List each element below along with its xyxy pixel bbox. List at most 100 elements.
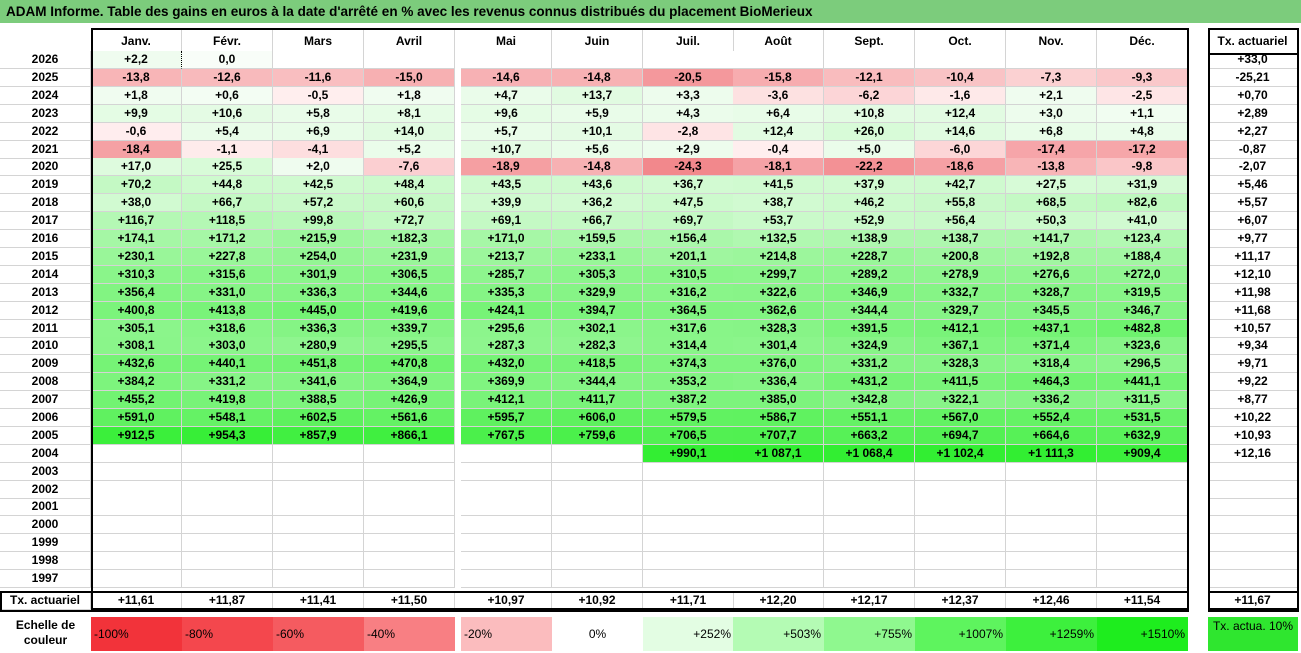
year-label: 2023 <box>0 105 91 123</box>
gain-cell: +707,7 <box>733 427 824 445</box>
gain-cell: -14,8 <box>552 69 643 87</box>
gain-cell: +331,2 <box>824 355 915 373</box>
scale-annual-swatch: Tx. actua. 10% <box>1208 617 1298 651</box>
gain-cell <box>364 534 455 552</box>
gain-cell <box>733 534 824 552</box>
annual-rate-cell: +2,27 <box>1208 123 1298 141</box>
footer-rate-cell: +11,50 <box>364 591 455 610</box>
gain-cell: +301,4 <box>733 337 824 355</box>
gain-cell: +591,0 <box>91 409 182 427</box>
gain-cell <box>643 570 734 588</box>
gain-cell: +411,5 <box>915 373 1006 391</box>
footer-rate-cell: +10,97 <box>461 591 552 610</box>
footer-annual-cell: +11,67 <box>1208 591 1298 610</box>
scale-swatch: 0% <box>552 617 643 651</box>
gain-cell: +138,7 <box>915 230 1006 248</box>
annual-rate-cell <box>1208 570 1298 588</box>
gain-cell: +213,7 <box>461 248 552 266</box>
gain-cell: -18,9 <box>461 158 552 176</box>
gain-cell: -9,3 <box>1097 69 1188 87</box>
annual-rate-cell: +11,98 <box>1208 284 1298 302</box>
gain-cell: +411,7 <box>552 391 643 409</box>
gain-cell <box>1097 534 1188 552</box>
annual-rate-cell <box>1208 552 1298 570</box>
gain-cell <box>1097 463 1188 481</box>
year-label: 2024 <box>0 87 91 105</box>
gain-cell: +4,8 <box>1097 123 1188 141</box>
gain-cell: +116,7 <box>91 212 182 230</box>
gain-cell <box>915 516 1006 534</box>
gain-cell: +2,0 <box>273 158 364 176</box>
gain-cell: +17,0 <box>91 158 182 176</box>
gain-cell: +308,1 <box>91 337 182 355</box>
gain-cell: +2,1 <box>1006 87 1097 105</box>
gain-cell: +31,9 <box>1097 176 1188 194</box>
gain-cell: +602,5 <box>273 409 364 427</box>
gain-cell: +437,1 <box>1006 320 1097 338</box>
gain-cell: +990,1 <box>643 445 734 463</box>
gain-cell: +324,9 <box>824 337 915 355</box>
gain-cell <box>733 552 824 570</box>
year-label: 2003 <box>0 463 91 481</box>
gain-cell: +412,1 <box>461 391 552 409</box>
annual-rate-cell: +5,46 <box>1208 176 1298 194</box>
gain-cell <box>733 463 824 481</box>
gain-cell: +551,1 <box>824 409 915 427</box>
gain-cell: +1,1 <box>1097 105 1188 123</box>
gain-cell: +171,0 <box>461 230 552 248</box>
gain-cell: +200,8 <box>915 248 1006 266</box>
gain-cell: +68,5 <box>1006 194 1097 212</box>
gain-cell <box>552 463 643 481</box>
gain-cell: +362,6 <box>733 302 824 320</box>
gain-cell: +5,4 <box>182 123 273 141</box>
gain-cell <box>91 570 182 588</box>
gain-cell: 0,0 <box>182 51 273 69</box>
annual-rate-cell: +12,16 <box>1208 445 1298 463</box>
gain-cell <box>182 498 273 516</box>
gain-cell: +272,0 <box>1097 266 1188 284</box>
gain-cell: +233,1 <box>552 248 643 266</box>
gain-cell: +231,9 <box>364 248 455 266</box>
gain-cell: +10,1 <box>552 123 643 141</box>
gain-cell: +38,0 <box>91 194 182 212</box>
gain-cell: +432,6 <box>91 355 182 373</box>
gain-cell: +14,0 <box>364 123 455 141</box>
gain-cell <box>273 481 364 499</box>
gain-cell: +301,9 <box>273 266 364 284</box>
annual-rate-cell: +9,22 <box>1208 373 1298 391</box>
annual-rate-cell: -2,07 <box>1208 158 1298 176</box>
gain-cell: +606,0 <box>552 409 643 427</box>
gain-cell: +336,3 <box>273 284 364 302</box>
report-title: ADAM Informe. Table des gains en euros à… <box>0 0 1301 23</box>
gain-cell: +595,7 <box>461 409 552 427</box>
gain-cell: +50,3 <box>1006 212 1097 230</box>
gain-cell: +3,3 <box>643 87 734 105</box>
gain-cell: +66,7 <box>552 212 643 230</box>
gain-cell: -2,5 <box>1097 87 1188 105</box>
gain-cell: +5,0 <box>824 141 915 159</box>
gain-cell: +299,7 <box>733 266 824 284</box>
gain-cell: +663,2 <box>824 427 915 445</box>
footer-rate-cell: +11,71 <box>643 591 734 610</box>
gain-cell: +759,6 <box>552 427 643 445</box>
year-label: 2018 <box>0 194 91 212</box>
gain-cell: -7,3 <box>1006 69 1097 87</box>
scale-swatch: +1510% <box>1097 617 1188 651</box>
gain-cell: +171,2 <box>182 230 273 248</box>
year-label: 2010 <box>0 337 91 355</box>
gain-cell <box>643 498 734 516</box>
gain-cell: +418,5 <box>552 355 643 373</box>
annual-rate-cell <box>1208 481 1298 499</box>
gain-cell: +138,9 <box>824 230 915 248</box>
gain-cell: -17,2 <box>1097 141 1188 159</box>
gain-cell: +364,5 <box>643 302 734 320</box>
year-label: 2002 <box>0 481 91 499</box>
gain-cell: +9,6 <box>461 105 552 123</box>
gain-cell <box>182 516 273 534</box>
gain-cell: +182,3 <box>364 230 455 248</box>
gain-cell: +482,8 <box>1097 320 1188 338</box>
scale-swatch: +1007% <box>915 617 1006 651</box>
gain-cell: +552,4 <box>1006 409 1097 427</box>
footer-rate-cell: +12,20 <box>733 591 824 610</box>
gain-cell: +82,6 <box>1097 194 1188 212</box>
